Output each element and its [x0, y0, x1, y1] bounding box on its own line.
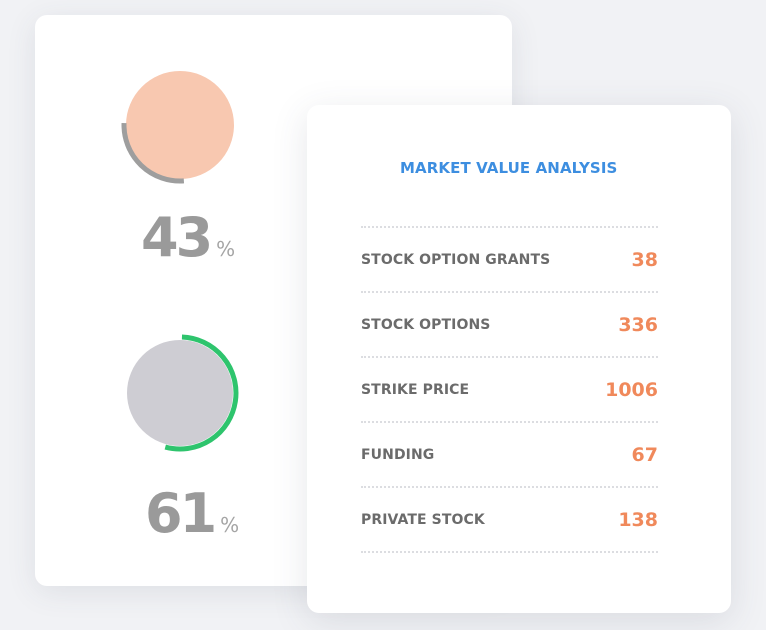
gauge-2-unit: % [220, 513, 240, 537]
row-label: FUNDING [361, 446, 435, 463]
gauge-1-unit: % [216, 237, 236, 261]
gauge-2-fill [127, 340, 233, 446]
analysis-row-stock-options: STOCK OPTIONS 336 [361, 293, 658, 356]
row-label: STRIKE PRICE [361, 381, 470, 398]
progress-gauge-1 [121, 66, 239, 184]
analysis-rows: STOCK OPTION GRANTS 38 STOCK OPTIONS 336… [361, 226, 658, 553]
analysis-row-funding: FUNDING 67 [361, 423, 658, 486]
gauge-1-number: 43 [141, 206, 213, 269]
row-divider [361, 551, 658, 553]
row-value: 336 [618, 313, 658, 336]
gauge-1-svg [121, 71, 234, 184]
analysis-title: MARKET VALUE ANALYSIS [400, 159, 618, 177]
row-label: STOCK OPTIONS [361, 316, 491, 333]
row-value: 1006 [605, 378, 658, 401]
analysis-row-strike-price: STRIKE PRICE 1006 [361, 358, 658, 421]
market-value-analysis-card: MARKET VALUE ANALYSIS STOCK OPTION GRANT… [307, 105, 731, 613]
analysis-row-stock-option-grants: STOCK OPTION GRANTS 38 [361, 228, 658, 291]
gauge-2-svg [127, 334, 239, 452]
row-value: 67 [631, 443, 658, 466]
gauge-1-fill [126, 71, 234, 179]
analysis-row-private-stock: PRIVATE STOCK 138 [361, 488, 658, 551]
gauge-1-value: 43 % [141, 211, 235, 265]
row-label: PRIVATE STOCK [361, 511, 485, 528]
gauge-2-value: 61 % [145, 487, 239, 541]
progress-gauge-2 [121, 334, 239, 452]
row-value: 38 [631, 248, 658, 271]
gauge-2-number: 61 [145, 482, 217, 545]
row-label: STOCK OPTION GRANTS [361, 251, 551, 268]
row-value: 138 [618, 508, 658, 531]
